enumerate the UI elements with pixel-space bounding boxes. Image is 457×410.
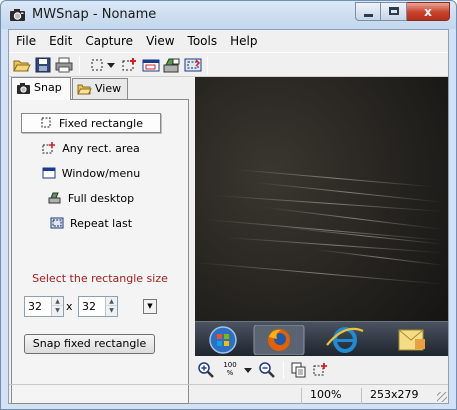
window-title: MWSnap - Noname — [32, 7, 157, 22]
size-hint: Select the rectangle size — [32, 272, 168, 285]
spin-down-icon[interactable]: ▼ — [52, 306, 63, 315]
any-rect-icon — [42, 142, 56, 154]
maximize-button[interactable] — [381, 2, 407, 21]
open-icon[interactable] — [12, 56, 32, 74]
full-desktop-icon — [48, 192, 61, 204]
toolbar-separator — [79, 56, 80, 74]
snap-panel: Fixed rectangle Any rect. area Window/me… — [11, 99, 189, 404]
print-icon[interactable] — [54, 56, 74, 74]
status-size: 253x279 — [361, 388, 437, 404]
mode-label: Window/menu — [61, 166, 141, 180]
resize-grip[interactable] — [437, 392, 447, 402]
menu-tools[interactable]: Tools — [181, 32, 224, 51]
menu-edit[interactable]: Edit — [42, 32, 78, 51]
folder-icon — [77, 84, 92, 95]
width-spin-buttons: ▲ ▼ — [51, 297, 63, 316]
toolbar-separator — [207, 56, 208, 74]
dropdown-arrow-icon[interactable] — [105, 56, 117, 74]
menu-capture[interactable]: Capture — [78, 32, 139, 51]
camera-icon — [17, 83, 30, 94]
windows-orb-icon — [209, 326, 237, 354]
captured-taskbar — [195, 321, 448, 356]
menu-help[interactable]: Help — [223, 32, 263, 51]
width-spinner[interactable]: 32 ▲ ▼ — [24, 296, 64, 317]
toolbar-separator — [283, 361, 284, 379]
fixed-rect-icon[interactable] — [87, 56, 107, 74]
zoom-in-icon[interactable] — [197, 361, 215, 379]
copy-icon[interactable] — [290, 361, 308, 379]
zoom-100-icon[interactable]: 100 % — [220, 361, 240, 379]
window-menu-icon — [42, 167, 56, 179]
zoom-pct-sign: % — [226, 369, 234, 377]
image-streak — [234, 169, 435, 188]
minimize-icon — [364, 14, 373, 17]
height-spin-buttons: ▲ ▼ — [105, 297, 117, 316]
menu-file[interactable]: File — [9, 32, 42, 51]
close-icon: x — [424, 5, 432, 19]
firefox-icon — [253, 325, 305, 355]
save-icon[interactable] — [33, 56, 53, 74]
tab-view-label: View — [95, 82, 122, 95]
repeat-last-icon[interactable] — [183, 56, 203, 74]
dropdown-arrow-icon[interactable] — [242, 361, 254, 379]
mode-label: Full desktop — [67, 191, 135, 205]
status-bar: 100% 253x279 — [9, 384, 448, 404]
width-value[interactable]: 32 — [28, 300, 42, 313]
minimize-button[interactable] — [355, 2, 381, 21]
dropdown-arrow-icon: ▼ — [147, 302, 153, 310]
height-spinner[interactable]: 32 ▲ ▼ — [78, 296, 118, 317]
maximize-icon — [389, 7, 399, 15]
spin-up-icon[interactable]: ▲ — [52, 297, 63, 306]
close-button[interactable]: x — [407, 2, 450, 21]
fixed-rect-icon — [41, 117, 51, 128]
tab-snap[interactable]: Snap — [11, 77, 71, 100]
mode-label: Any rect. area — [62, 141, 140, 155]
caption-buttons: x — [355, 2, 450, 21]
internet-explorer-icon — [326, 327, 364, 353]
main-toolbar — [9, 52, 448, 77]
any-rect-icon[interactable] — [120, 56, 140, 74]
spin-down-icon[interactable]: ▼ — [106, 306, 117, 315]
menu-bar: File Edit Capture View Tools Help — [9, 32, 263, 51]
mode-repeat-last[interactable]: Repeat last — [21, 213, 161, 233]
zoom-toolbar: 100 % — [195, 359, 448, 381]
mode-fixed-rectangle[interactable]: Fixed rectangle — [21, 113, 161, 133]
title-bar[interactable]: MWSnap - Noname x — [1, 1, 456, 29]
tab-view[interactable]: View — [72, 78, 128, 99]
tab-snap-label: Snap — [34, 81, 62, 94]
app-window: MWSnap - Noname x File Edit Capture View… — [0, 0, 457, 410]
size-presets-dropdown[interactable]: ▼ — [143, 299, 157, 314]
status-zoom: 100% — [301, 388, 361, 404]
window-menu-icon[interactable] — [141, 56, 161, 74]
zoom-pct-label: 100 — [223, 361, 237, 369]
mode-window-menu[interactable]: Window/menu — [21, 163, 161, 183]
height-value[interactable]: 32 — [82, 300, 96, 313]
outlook-icon — [398, 329, 425, 351]
snap-fixed-rectangle-button[interactable]: Snap fixed rectangle — [24, 334, 155, 354]
full-desktop-icon[interactable] — [162, 56, 182, 74]
client-area: File Edit Capture View Tools Help Snap V… — [8, 29, 449, 404]
spin-up-icon[interactable]: ▲ — [106, 297, 117, 306]
repeat-last-icon — [50, 217, 64, 229]
zoom-out-icon[interactable] — [258, 361, 276, 379]
camera-app-icon — [10, 9, 25, 21]
times-sign: x — [66, 300, 73, 313]
mode-label: Fixed rectangle — [59, 116, 143, 130]
capture-preview[interactable] — [195, 77, 448, 356]
image-streak — [195, 262, 445, 285]
mode-label: Repeat last — [69, 216, 133, 230]
any-rect-icon[interactable] — [312, 361, 330, 379]
mode-any-rect-area[interactable]: Any rect. area — [21, 138, 161, 158]
menu-view[interactable]: View — [139, 32, 180, 51]
mode-full-desktop[interactable]: Full desktop — [21, 188, 161, 208]
